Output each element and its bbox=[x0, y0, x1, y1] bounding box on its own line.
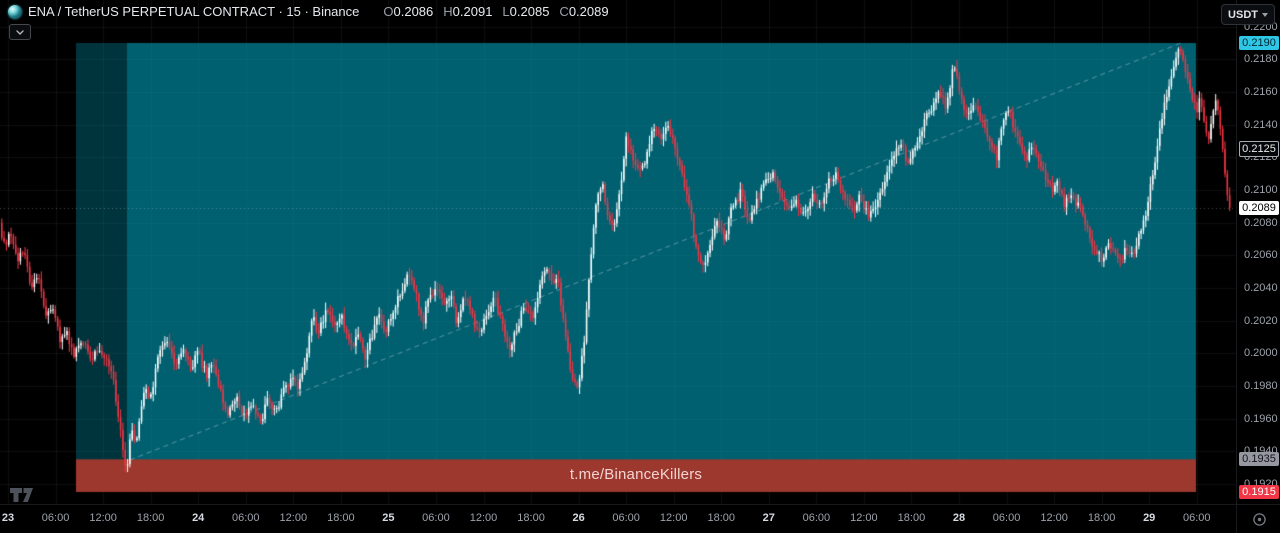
price-tag-0.2190: 0.2190 bbox=[1239, 36, 1279, 50]
price-tick-label: 0.2080 bbox=[1244, 217, 1278, 229]
price-tick-label: 0.1960 bbox=[1244, 413, 1278, 425]
currency-selector-button[interactable]: USDT bbox=[1221, 4, 1275, 25]
time-tick-label: 18:00 bbox=[707, 505, 735, 532]
time-tick-label: 27 bbox=[763, 505, 775, 532]
time-tick-label: 18:00 bbox=[898, 505, 926, 532]
ohlc-h: H0.2091 bbox=[443, 4, 492, 19]
price-axis[interactable]: 0.22000.21800.21600.21400.21200.21000.20… bbox=[1236, 0, 1280, 504]
ohlc-o: O0.2086 bbox=[383, 4, 433, 19]
time-tick-label: 18:00 bbox=[137, 505, 165, 532]
price-tag-0.1935: 0.1935 bbox=[1239, 452, 1279, 466]
ohlc-c: C0.2089 bbox=[559, 4, 608, 19]
time-tick-label: 18:00 bbox=[327, 505, 355, 532]
price-tag-0.1915: 0.1915 bbox=[1239, 485, 1279, 499]
time-tick-label: 18:00 bbox=[1088, 505, 1116, 532]
price-tick-label: 0.2040 bbox=[1244, 282, 1278, 294]
price-tag-0.2125: 0.2125 bbox=[1239, 141, 1279, 157]
chart-window: t.me/BinanceKillers ENA / TetherUS PERPE… bbox=[0, 0, 1280, 532]
symbol-title: ENA / TetherUS PERPETUAL CONTRACT · 15 ·… bbox=[28, 4, 359, 19]
time-tick-label: 24 bbox=[192, 505, 204, 532]
time-tick-label: 18:00 bbox=[517, 505, 545, 532]
tradingview-logo bbox=[10, 488, 34, 502]
time-tick-label: 06:00 bbox=[422, 505, 450, 532]
ena-logo-icon bbox=[8, 5, 22, 19]
time-tick-label: 23 bbox=[2, 505, 14, 532]
ohlc-values: O0.2086 H0.2091 L0.2085 C0.2089 bbox=[383, 4, 608, 19]
ohlc-l: L0.2085 bbox=[502, 4, 549, 19]
time-tick-label: 28 bbox=[953, 505, 965, 532]
price-tag-0.2089: 0.2089 bbox=[1239, 201, 1279, 215]
candlestick-chart-canvas[interactable] bbox=[0, 0, 1236, 504]
time-axis[interactable]: 23 06:00 12:00 18:00 24 06:00 12:00 18:00 25 06:0… bbox=[0, 504, 1236, 533]
time-tick-label: 12:00 bbox=[280, 505, 308, 532]
time-tick-label: 26 bbox=[572, 505, 584, 532]
price-tick-label: 0.2020 bbox=[1244, 315, 1278, 327]
time-tick-label: 06:00 bbox=[993, 505, 1021, 532]
price-tick-label: 0.2100 bbox=[1244, 184, 1278, 196]
time-tick-label: 12:00 bbox=[470, 505, 498, 532]
price-tick-label: 0.2180 bbox=[1244, 53, 1278, 65]
time-tick-label: 06:00 bbox=[803, 505, 831, 532]
time-tick-label: 12:00 bbox=[1040, 505, 1068, 532]
time-tick-label: 12:00 bbox=[89, 505, 117, 532]
price-tick-label: 0.2000 bbox=[1244, 347, 1278, 359]
gear-icon bbox=[1252, 512, 1267, 527]
chart-settings-button[interactable] bbox=[1236, 504, 1280, 533]
time-tick-label: 06:00 bbox=[1183, 505, 1211, 532]
time-tick-label: 06:00 bbox=[232, 505, 260, 532]
time-tick-label: 06:00 bbox=[612, 505, 640, 532]
time-tick-label: 12:00 bbox=[660, 505, 688, 532]
banner-link-text: t.me/BinanceKillers bbox=[76, 459, 1196, 492]
time-tick-label: 29 bbox=[1143, 505, 1155, 532]
time-tick-label: 25 bbox=[382, 505, 394, 532]
price-tick-label: 0.1980 bbox=[1244, 380, 1278, 392]
price-tick-label: 0.2140 bbox=[1244, 119, 1278, 131]
price-tick-label: 0.2160 bbox=[1244, 86, 1278, 98]
chevron-down-icon bbox=[1262, 13, 1268, 17]
price-tick-label: 0.2060 bbox=[1244, 249, 1278, 261]
currency-label: USDT bbox=[1228, 9, 1258, 21]
time-tick-label: 12:00 bbox=[850, 505, 878, 532]
time-tick-label: 06:00 bbox=[42, 505, 70, 532]
legend-collapse-button[interactable] bbox=[9, 24, 31, 40]
chevron-down-icon bbox=[16, 30, 24, 35]
symbol-legend: ENA / TetherUS PERPETUAL CONTRACT · 15 ·… bbox=[8, 4, 609, 19]
